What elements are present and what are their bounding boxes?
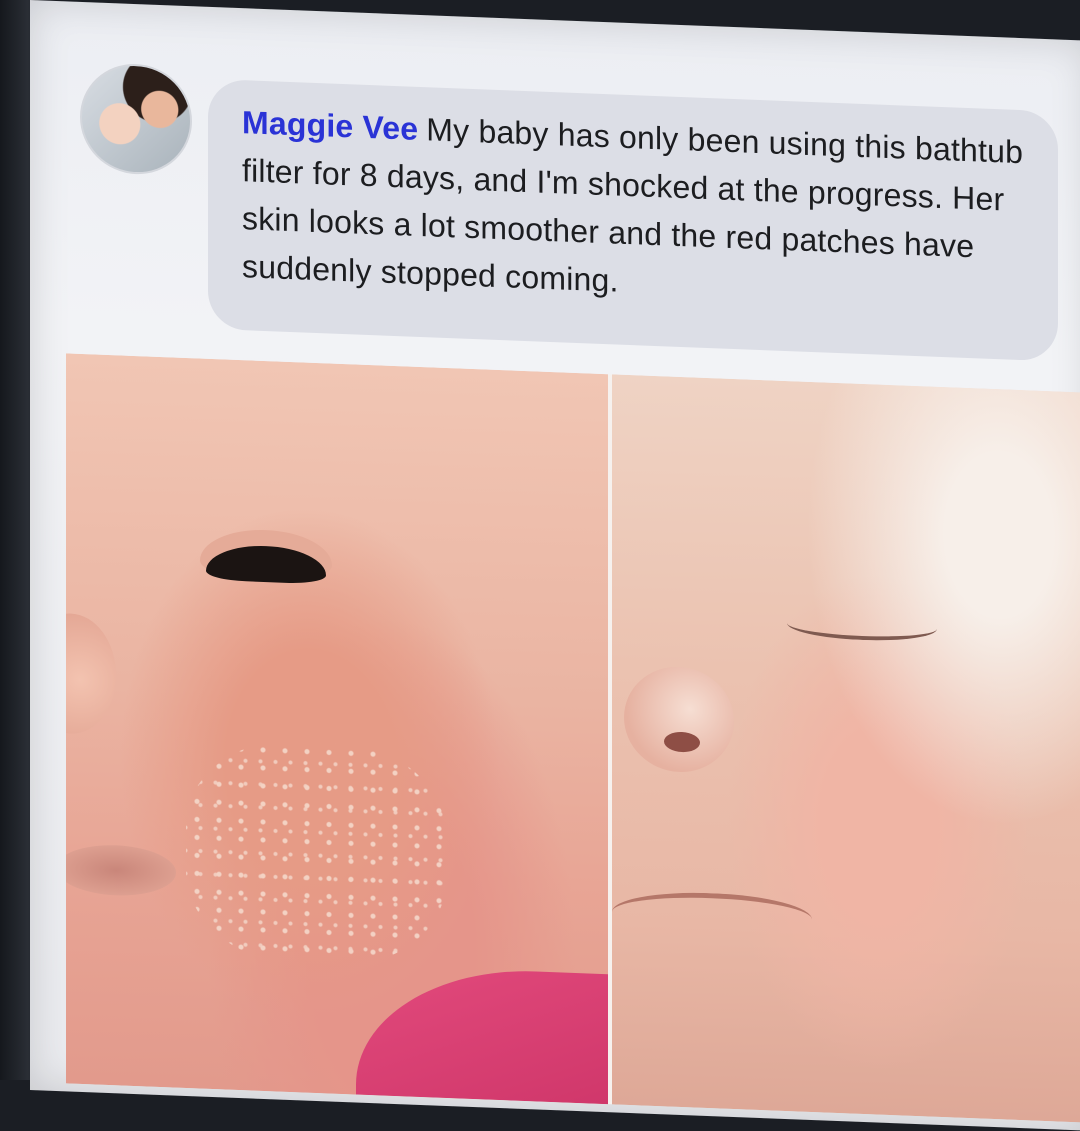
- after-photo: [612, 374, 1080, 1123]
- screen: Maggie Vee My baby has only been using th…: [30, 0, 1080, 1131]
- attached-photo[interactable]: [66, 353, 1080, 1123]
- avatar[interactable]: [80, 61, 192, 177]
- before-photo: [66, 353, 608, 1105]
- pink-shirt-shape: [356, 964, 608, 1105]
- closed-eye-shape: [787, 609, 937, 643]
- nose-shape: [66, 611, 116, 736]
- comment: Maggie Vee My baby has only been using th…: [78, 61, 1078, 370]
- mouth-shape: [66, 842, 176, 898]
- nose-shape: [624, 664, 734, 775]
- skin-flakes-texture: [186, 737, 446, 968]
- mouth-shape: [612, 889, 812, 943]
- nostril-shape: [664, 731, 700, 753]
- comment-body: Maggie Vee My baby has only been using th…: [242, 98, 1032, 320]
- open-eye-shape: [206, 543, 326, 585]
- author-name-link[interactable]: Maggie Vee: [242, 104, 418, 147]
